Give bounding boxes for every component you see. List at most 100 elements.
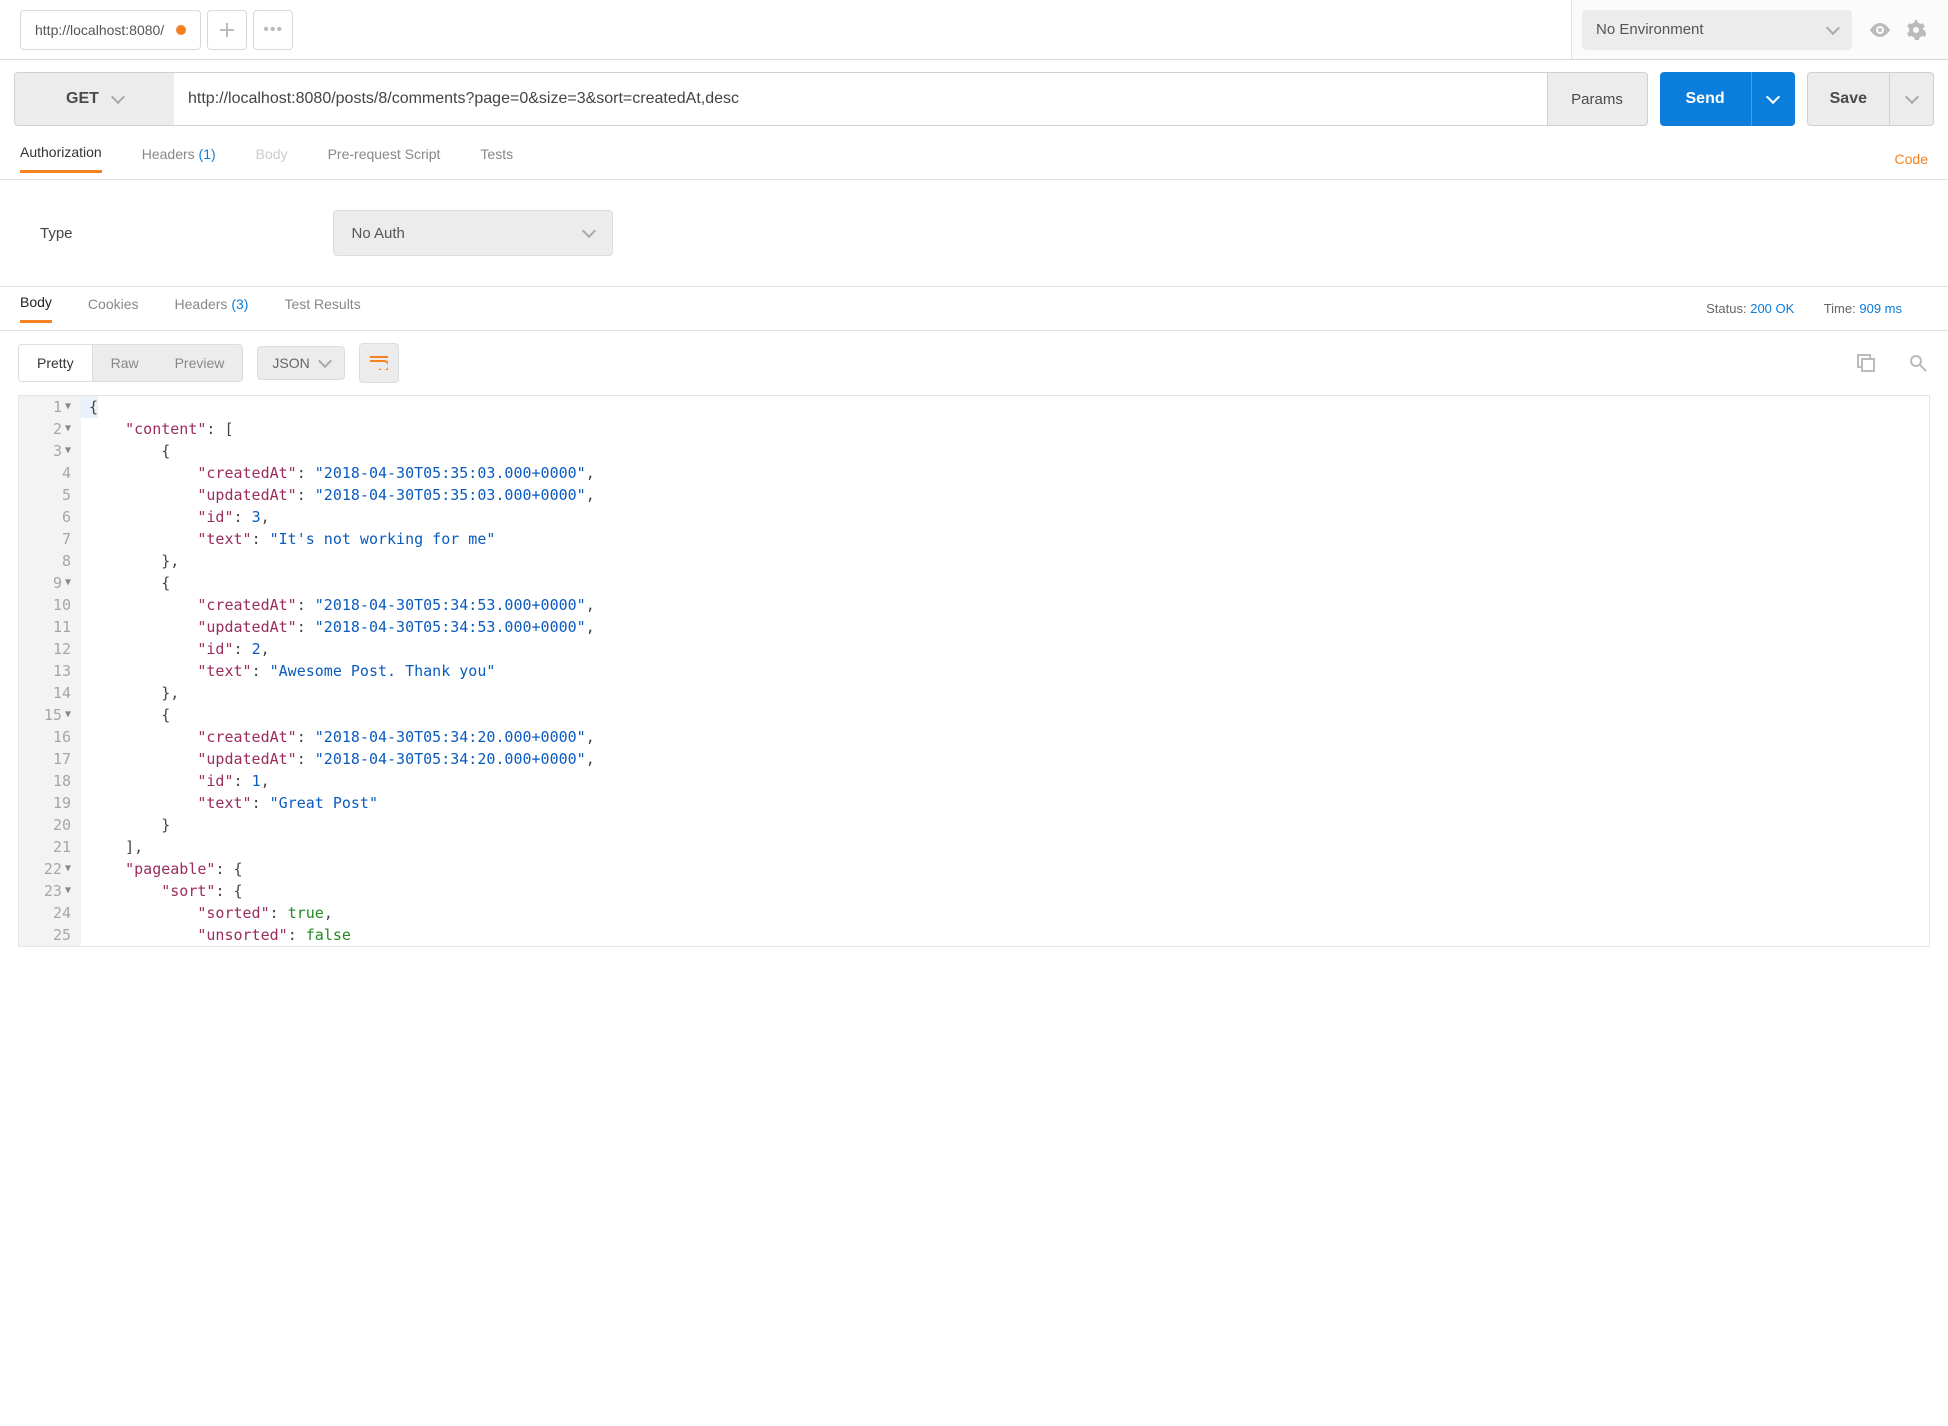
environment-select[interactable]: No Environment (1582, 10, 1852, 50)
settings-button[interactable] (1898, 12, 1934, 48)
json-line: 19 "text": "Great Post" (19, 792, 1929, 814)
send-group: Send (1660, 72, 1795, 126)
view-mode-group: Pretty Raw Preview (18, 344, 243, 382)
line-number: 14 (19, 682, 81, 704)
chevron-down-icon (581, 224, 595, 238)
save-dropdown-button[interactable] (1890, 72, 1934, 126)
resp-tab-cookies[interactable]: Cookies (88, 296, 139, 322)
code-link[interactable]: Code (1895, 151, 1928, 167)
tab-count: (3) (231, 296, 248, 312)
send-label: Send (1686, 90, 1725, 108)
auth-type-value: No Auth (352, 225, 405, 242)
code-content: "text": "Awesome Post. Thank you" (81, 660, 495, 682)
http-method-select[interactable]: GET (14, 72, 174, 126)
tab-label: Body (256, 146, 288, 162)
line-number: 9▼ (19, 572, 81, 594)
tab-authorization[interactable]: Authorization (20, 144, 102, 173)
format-select[interactable]: JSON (257, 346, 344, 380)
auth-type-select[interactable]: No Auth (333, 210, 613, 256)
seg-label: Raw (111, 355, 139, 371)
code-content: "id": 2, (81, 638, 270, 660)
json-line: 14 }, (19, 682, 1929, 704)
resp-tab-tests[interactable]: Test Results (284, 296, 360, 322)
send-button[interactable]: Send (1660, 72, 1751, 126)
environment-quickview-button[interactable] (1862, 12, 1898, 48)
line-number: 3▼ (19, 440, 81, 462)
code-content: "text": "It's not working for me" (81, 528, 495, 550)
time-label: Time: (1824, 301, 1856, 316)
time-value: 909 ms (1859, 301, 1902, 316)
json-line: 22▼ "pageable": { (19, 858, 1929, 880)
json-line: 8 }, (19, 550, 1929, 572)
json-line: 20 } (19, 814, 1929, 836)
resp-tab-body[interactable]: Body (20, 294, 52, 323)
code-content: { (81, 396, 98, 418)
code-content: }, (81, 550, 179, 572)
json-line: 1▼{ (19, 396, 1929, 418)
copy-button[interactable] (1854, 351, 1878, 375)
json-line: 23▼ "sort": { (19, 880, 1929, 902)
plus-icon (220, 23, 234, 37)
code-content: "createdAt": "2018-04-30T05:35:03.000+00… (81, 462, 595, 484)
chevron-down-icon (1826, 20, 1840, 34)
line-number: 24 (19, 902, 81, 924)
tab-tests[interactable]: Tests (480, 146, 513, 172)
unsaved-dot-icon (176, 25, 186, 35)
json-line: 2▼ "content": [ (19, 418, 1929, 440)
chevron-down-icon (1766, 90, 1780, 104)
search-icon (1909, 354, 1927, 372)
copy-icon (1857, 354, 1875, 372)
json-line: 15▼ { (19, 704, 1929, 726)
search-button[interactable] (1906, 351, 1930, 375)
view-pretty[interactable]: Pretty (19, 345, 93, 381)
tab-body[interactable]: Body (256, 146, 288, 172)
code-content: { (81, 704, 170, 726)
new-tab-button[interactable] (207, 10, 247, 50)
line-number: 12 (19, 638, 81, 660)
json-line: 7 "text": "It's not working for me" (19, 528, 1929, 550)
send-dropdown-button[interactable] (1751, 72, 1795, 126)
response-tabs: Body Cookies Headers (3) Test Results St… (0, 287, 1948, 331)
line-number: 13 (19, 660, 81, 682)
tab-title: http://localhost:8080/ (35, 22, 164, 38)
code-content: "id": 3, (81, 506, 270, 528)
line-number: 4 (19, 462, 81, 484)
code-content: "unsorted": false (81, 924, 351, 946)
line-number: 19 (19, 792, 81, 814)
line-number: 8 (19, 550, 81, 572)
seg-label: Preview (175, 355, 225, 371)
seg-label: Pretty (37, 355, 74, 371)
resp-tab-headers[interactable]: Headers (3) (175, 296, 249, 322)
chevron-down-icon (1904, 90, 1918, 104)
top-bar: http://localhost:8080/ ••• No Environmen… (0, 0, 1948, 60)
save-button[interactable]: Save (1807, 72, 1890, 126)
code-content: { (81, 572, 170, 594)
tab-prerequest[interactable]: Pre-request Script (328, 146, 441, 172)
code-content: "createdAt": "2018-04-30T05:34:20.000+00… (81, 726, 595, 748)
code-content: } (81, 814, 170, 836)
view-preview[interactable]: Preview (157, 345, 243, 381)
tab-label: Body (20, 294, 52, 310)
tab-headers[interactable]: Headers (1) (142, 146, 216, 172)
code-content: "sort": { (81, 880, 243, 902)
more-tabs-button[interactable]: ••• (253, 10, 293, 50)
view-raw[interactable]: Raw (93, 345, 157, 381)
line-number: 10 (19, 594, 81, 616)
tab-label: Pre-request Script (328, 146, 441, 162)
json-line: 12 "id": 2, (19, 638, 1929, 660)
save-group: Save (1807, 72, 1934, 126)
url-input[interactable] (174, 72, 1548, 126)
ellipsis-icon: ••• (263, 21, 283, 39)
json-line: 21 ], (19, 836, 1929, 858)
line-number: 21 (19, 836, 81, 858)
environment-area: No Environment (1571, 0, 1948, 59)
request-tab[interactable]: http://localhost:8080/ (20, 10, 201, 50)
wrap-lines-button[interactable] (359, 343, 399, 383)
gear-icon (1906, 20, 1926, 40)
json-line: 11 "updatedAt": "2018-04-30T05:34:53.000… (19, 616, 1929, 638)
json-viewer[interactable]: 1▼{2▼ "content": [3▼ {4 "createdAt": "20… (18, 395, 1930, 947)
params-button[interactable]: Params (1548, 72, 1648, 126)
json-line: 16 "createdAt": "2018-04-30T05:34:20.000… (19, 726, 1929, 748)
json-line: 4 "createdAt": "2018-04-30T05:35:03.000+… (19, 462, 1929, 484)
chevron-down-icon (111, 90, 125, 104)
